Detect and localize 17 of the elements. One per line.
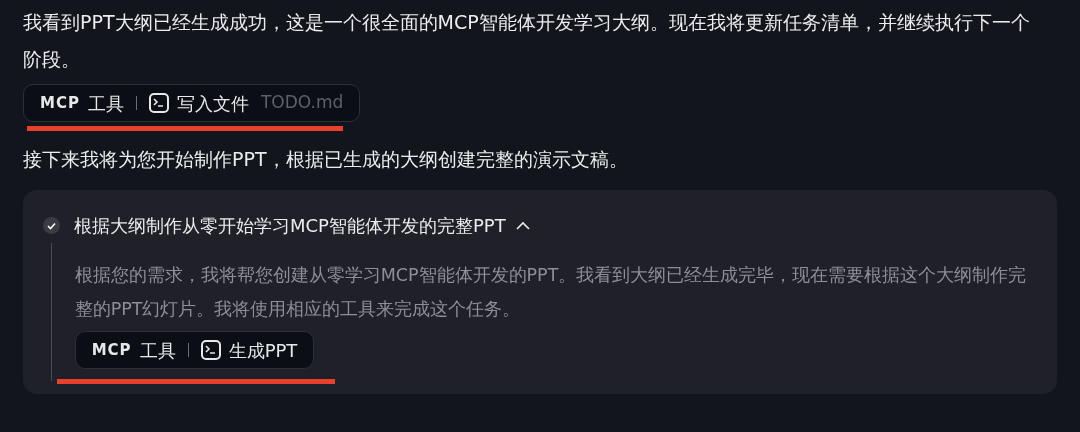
mcp-logo: MCP <box>91 339 132 361</box>
tool-call-chip[interactable]: MCP 工具 生成PPT <box>74 331 315 369</box>
mcp-logo: MCP <box>40 92 80 114</box>
task-description: 根据您的需求，我将帮您创建从零学习MCP智能体开发的PPT。我看到大纲已经生成完毕，现在需要根据这个大纲制作完整的PPT幻灯片。我将使用相应的工具来完成这个任务。 <box>74 264 1028 321</box>
separator <box>187 343 189 357</box>
file-name: TODO.md <box>260 91 344 115</box>
message-text: 我看到PPT大纲已经生成成功，这是一个很全面的MCP智能体开发学习大纲。现在我将更新任务清单，并继续执行下一个阶段。 <box>23 10 1031 72</box>
tool-label: 工具 <box>139 338 176 363</box>
message-text: 接下来我将为您开始制作PPT，根据已生成的大纲创建完整的演示文稿。 <box>23 147 629 172</box>
terminal-icon <box>148 93 169 113</box>
task-title[interactable]: 根据大纲制作从零开始学习MCP智能体开发的完整PPT <box>74 212 530 239</box>
tool-call-chip[interactable]: MCP 工具 写入文件 TODO.md <box>23 84 361 122</box>
tool-action: 生成PPT <box>228 338 298 363</box>
terminal-icon <box>200 340 221 360</box>
separator <box>135 96 137 110</box>
tool-label: 工具 <box>87 91 124 116</box>
tool-action: 写入文件 <box>176 91 249 116</box>
